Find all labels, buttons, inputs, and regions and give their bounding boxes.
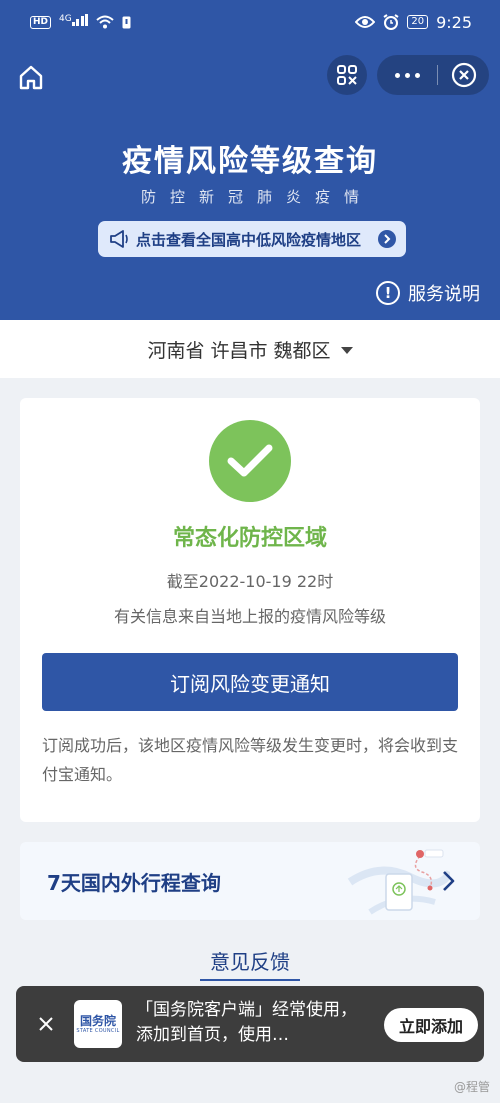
scan-button[interactable] xyxy=(327,55,367,95)
status-bar: HD 4G 20 9:25 xyxy=(0,0,500,44)
info-icon: ! xyxy=(376,281,400,305)
service-info-label: 服务说明 xyxy=(408,284,480,305)
clock: 9:25 xyxy=(436,12,472,32)
wifi-icon xyxy=(96,15,114,29)
itinerary-query-card[interactable]: 7天国内外行程查询 xyxy=(20,842,480,920)
alarm-icon xyxy=(383,14,399,30)
risk-areas-banner[interactable]: 点击查看全国高中低风险疫情地区 xyxy=(98,221,406,257)
subscribe-button[interactable]: 订阅风险变更通知 xyxy=(42,653,458,711)
megaphone-icon xyxy=(110,230,128,248)
travel-map-illustration xyxy=(347,849,450,915)
region-selector[interactable]: 河南省 许昌市 魏都区 xyxy=(0,320,500,378)
page-title: 疫情风险等级查询 xyxy=(122,144,378,179)
more-icon[interactable] xyxy=(377,72,437,78)
miniapp-capsule xyxy=(377,55,489,95)
scan-icon xyxy=(337,65,357,85)
hd-badge: HD xyxy=(30,15,52,29)
chevron-right-icon xyxy=(443,871,455,891)
feedback-link[interactable]: 意见反馈 xyxy=(200,946,300,981)
state-council-logo: 国务院 STATE COUNCIL xyxy=(74,1000,122,1048)
add-now-button[interactable]: 立即添加 xyxy=(384,1008,478,1042)
add-to-home-toast: 国务院 STATE COUNCIL 「国务院客户端」经常使用，添加到首页，使用…… xyxy=(16,986,484,1062)
close-icon[interactable] xyxy=(36,1014,56,1034)
page-subtitle: 防控新冠肺炎疫情 xyxy=(140,188,373,206)
header: 疫情风险等级查询 防控新冠肺炎疫情 点击查看全国高中低风险疫情地区 ! 服务说明 xyxy=(0,44,500,320)
eye-icon xyxy=(355,16,376,28)
toast-message: 「国务院客户端」经常使用，添加到首页，使用… xyxy=(136,1000,357,1045)
service-info-link[interactable]: ! 服务说明 xyxy=(376,280,480,306)
signal-icon: 4G xyxy=(59,14,89,30)
sim-icon xyxy=(122,16,131,28)
region-label: 河南省 许昌市 魏都区 xyxy=(147,339,331,362)
watermark: @程管 xyxy=(453,1080,490,1094)
banner-text: 点击查看全国高中低风险疫情地区 xyxy=(136,230,362,249)
info-source: 有关信息来自当地上报的疫情风险等级 xyxy=(113,607,386,626)
check-icon xyxy=(209,420,291,502)
risk-level-text: 常态化防控区域 xyxy=(172,526,327,551)
close-miniapp-button[interactable] xyxy=(438,62,489,88)
close-circle-icon xyxy=(451,62,476,88)
home-icon[interactable] xyxy=(16,62,46,92)
caret-down-icon xyxy=(340,346,353,354)
chevron-right-icon xyxy=(378,230,396,248)
risk-status-card: 常态化防控区域 截至2022-10-19 22时 有关信息来自当地上报的疫情风险… xyxy=(20,398,480,822)
battery-icon: 20 xyxy=(407,15,429,29)
as-of-time: 截至2022-10-19 22时 xyxy=(166,572,334,591)
itinerary-label: 7天国内外行程查询 xyxy=(47,871,221,895)
subscribe-note: 订阅成功后，该地区疫情风险等级发生变更时，将会收到支付宝通知。 xyxy=(42,736,459,784)
